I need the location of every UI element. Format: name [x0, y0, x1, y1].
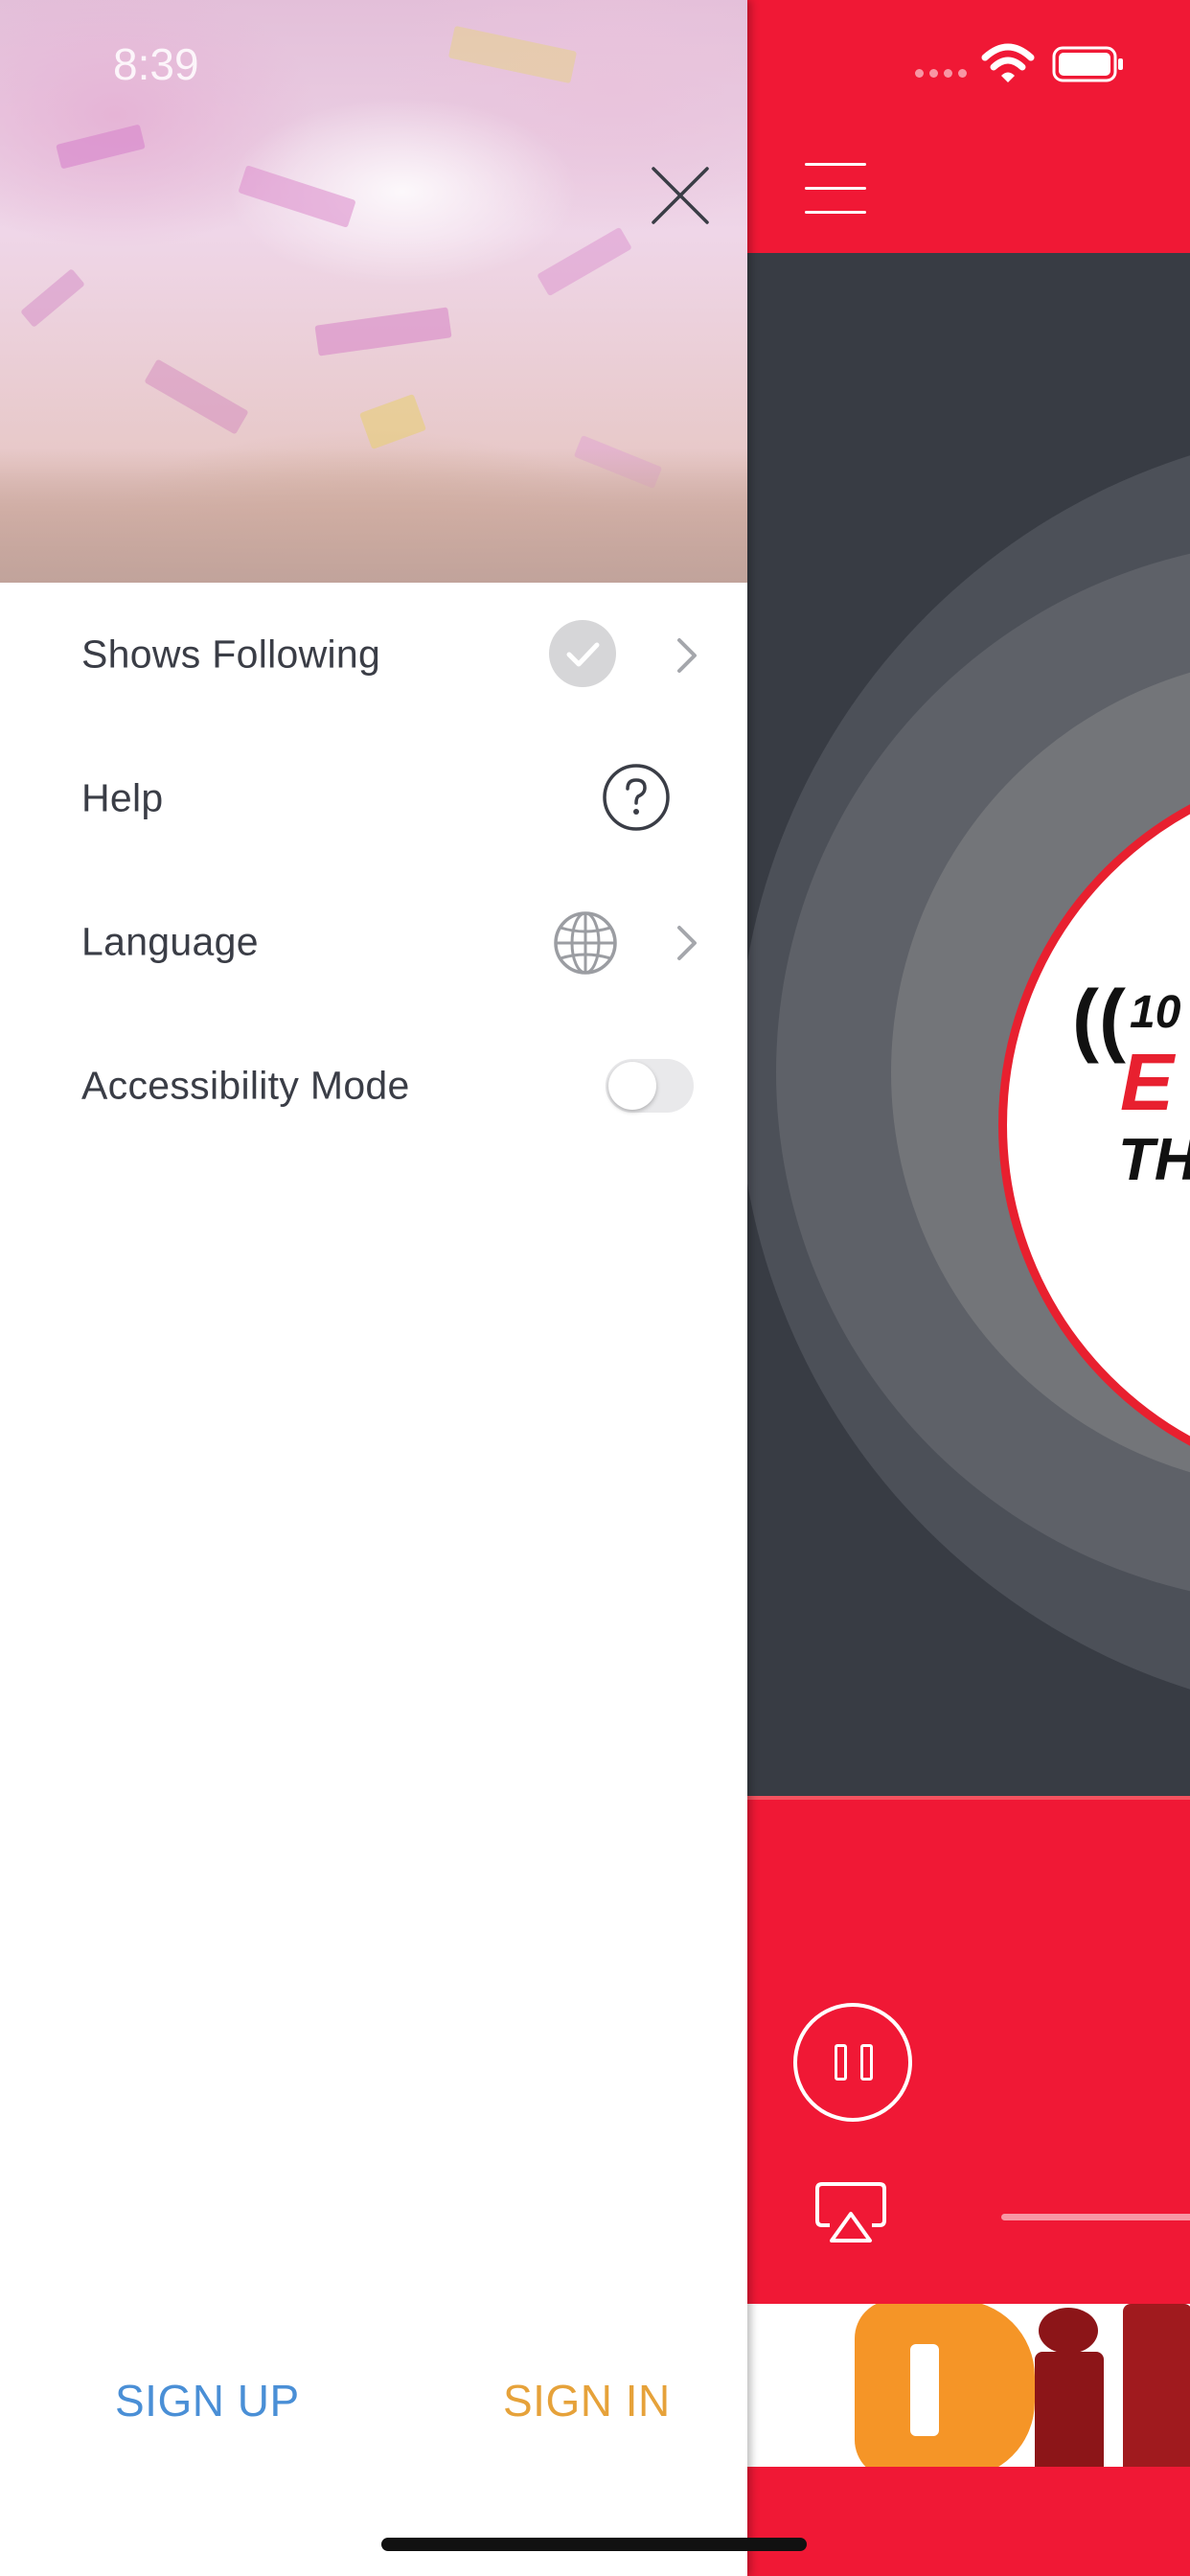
wifi-icon	[981, 43, 1035, 82]
cellular-signal-icon	[915, 69, 967, 78]
menu-item-label: Accessibility Mode	[81, 1063, 410, 1108]
player-controls	[747, 1796, 1190, 2304]
menu-item-label: Shows Following	[81, 632, 381, 677]
close-icon[interactable]	[650, 165, 711, 226]
chevron-right-icon	[677, 638, 697, 673]
confetti-piece	[238, 165, 356, 228]
menu-item-language[interactable]: Language	[0, 870, 747, 1014]
battery-icon	[1052, 46, 1123, 82]
chevron-right-icon	[677, 926, 697, 960]
player-panel: (( 10 E TH	[747, 0, 1190, 2576]
menu-item-label: Language	[81, 919, 259, 964]
ad-banner[interactable]	[747, 2304, 1190, 2467]
ad-banner-letter-i	[1035, 2352, 1104, 2467]
playback-progress-track[interactable]	[1001, 2214, 1190, 2220]
question-circle-icon	[603, 764, 670, 831]
confetti-piece	[537, 226, 632, 297]
station-logo-bottom-text: TH	[1118, 1127, 1190, 1193]
sign-in-button[interactable]: SIGN IN	[503, 2375, 671, 2426]
confetti-piece	[144, 358, 249, 435]
station-logo-number: 10	[1130, 987, 1181, 1038]
ad-banner-letter-b	[855, 2304, 1035, 2467]
confetti-piece	[447, 25, 578, 84]
sign-up-button[interactable]: SIGN UP	[115, 2375, 300, 2426]
station-logo-letter: E	[1120, 1037, 1175, 1127]
ad-banner-letter-l	[1123, 2304, 1190, 2467]
globe-icon	[554, 911, 617, 975]
pause-button[interactable]	[793, 2003, 912, 2122]
menu-item-accessibility-mode: Accessibility Mode	[0, 1014, 747, 1158]
status-time: 8:39	[113, 39, 199, 89]
checkmark-circle-icon	[549, 620, 616, 687]
crowd-silhouette	[0, 448, 747, 583]
menu-item-help[interactable]: Help	[0, 726, 747, 870]
broadcast-waves-icon: ((	[1072, 974, 1126, 1064]
toggle-knob	[608, 1062, 656, 1110]
hamburger-menu-icon[interactable]	[805, 163, 868, 217]
confetti-piece	[314, 307, 452, 356]
ad-banner-letter-i-dot	[1039, 2308, 1098, 2354]
status-bar-right	[747, 0, 1190, 125]
confetti-piece	[56, 124, 146, 170]
home-indicator[interactable]	[381, 2538, 807, 2551]
station-artwork: (( 10 E TH	[747, 253, 1190, 1796]
drawer-header-image: 8:39	[0, 0, 747, 583]
menu-item-shows-following[interactable]: Shows Following	[0, 583, 747, 726]
accessibility-mode-toggle[interactable]	[606, 1059, 694, 1113]
confetti-piece	[20, 268, 85, 328]
side-drawer: 8:39 Shows Following Help Language Acces…	[0, 0, 747, 2576]
confetti-piece	[358, 393, 427, 450]
airplay-icon[interactable]	[814, 2181, 887, 2244]
menu-item-label: Help	[81, 775, 164, 820]
